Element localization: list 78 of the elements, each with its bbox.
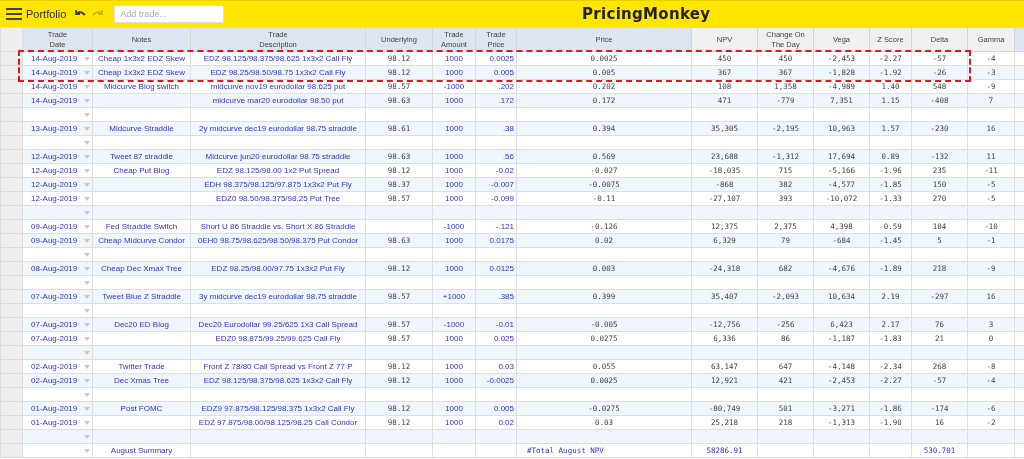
table-cell: 0.025 [475, 331, 517, 346]
add-trade-field[interactable]: Add trade... [114, 5, 225, 23]
dropdown-icon[interactable] [84, 154, 90, 159]
table-cell-text: 07-Aug-2019 [31, 319, 78, 331]
table-cell: -0.02 [475, 163, 517, 178]
dropdown-icon[interactable] [84, 336, 90, 341]
dropdown-icon[interactable] [84, 196, 90, 201]
table-cell-text: 01-Aug-2019 [31, 403, 78, 415]
dropdown-icon[interactable] [84, 378, 90, 383]
dropdown-icon[interactable] [84, 350, 90, 355]
table-cell-text: 09-Aug-2019 [31, 221, 78, 233]
table-cell: 1000 [432, 415, 476, 430]
dropdown-icon[interactable] [84, 168, 90, 173]
table-cell: -0.099 [475, 191, 517, 206]
dropdown-icon[interactable] [84, 308, 90, 313]
dropdown-icon[interactable] [84, 266, 90, 271]
table-cell-text: 12-Aug-2019 [31, 193, 78, 205]
dropdown-icon[interactable] [84, 406, 90, 411]
table-cell: Cheap Put Blog [92, 163, 191, 178]
portfolio-title: Portfolio [26, 8, 67, 20]
table-cell-text: 14-Aug-2019 [31, 53, 78, 65]
dropdown-icon[interactable] [84, 98, 90, 103]
table-cell: Midcurve Blog switch [92, 79, 191, 94]
table-cell: EDZ0 98.875/99.25/99.625 Call Fly [190, 331, 366, 346]
table-cell-text: 12-Aug-2019 [31, 151, 78, 163]
dropdown-icon[interactable] [84, 294, 90, 299]
table-cell: -1000 [432, 79, 476, 94]
dropdown-icon[interactable] [84, 392, 90, 397]
table-cell: 0.03 [475, 359, 517, 374]
dropdown-icon[interactable] [84, 210, 90, 215]
table-cell-text: 02-Aug-2019 [31, 361, 78, 373]
table-cell: 1000 [432, 359, 476, 374]
table-cell: 0.02 [475, 415, 517, 430]
table-cell: 1000 [432, 163, 476, 178]
table-cell: August Summary [92, 443, 191, 458]
table-cell-text: 13-Aug-2019 [31, 123, 78, 135]
table-cell: midcurve nov19 eurodollar 98.625 put [190, 79, 366, 94]
dropdown-icon[interactable] [84, 112, 90, 117]
dropdown-icon[interactable] [84, 252, 90, 257]
table-cell: Short U 86 Straddle vs. Short X 86 Straddle [190, 219, 366, 234]
dropdown-icon[interactable] [84, 448, 90, 453]
dropdown-icon[interactable] [84, 280, 90, 285]
dropdown-icon[interactable] [84, 70, 90, 75]
table-cell-text: 07-Aug-2019 [31, 291, 78, 303]
table-cell-text: 14-Aug-2019 [31, 95, 78, 107]
dropdown-icon[interactable] [84, 224, 90, 229]
table-cell-text: 07-Aug-2019 [31, 333, 78, 345]
table-cell-text: 01-Aug-2019 [31, 417, 78, 429]
dropdown-icon[interactable] [84, 140, 90, 145]
table-cell: EDZ 97.875/98.00/98.125/98.25 Call Condor [190, 415, 366, 430]
dropdown-icon[interactable] [84, 420, 90, 425]
table-cell: 1000 [432, 191, 476, 206]
table-cell: -.121 [475, 219, 517, 234]
table-cell: EDZ 98.125/98.00 1x2 Put Spread [190, 163, 366, 178]
dropdown-icon[interactable] [84, 56, 90, 61]
brand-title: PricingMonkey [581, 5, 712, 23]
table-cell-text: 09-Aug-2019 [31, 235, 78, 247]
dropdown-icon[interactable] [84, 364, 90, 369]
table-cell: Fed Straddle Switch [92, 219, 191, 234]
table-cell-text: 02-Aug-2019 [31, 375, 78, 387]
dropdown-icon[interactable] [84, 126, 90, 131]
table-cell-text: 12-Aug-2019 [31, 165, 78, 177]
table-cell-text: 14-Aug-2019 [31, 81, 78, 93]
table-cell: .202 [475, 79, 517, 94]
table-cell: EDZ0 98.50/98.375/98.25 Put Tree [190, 191, 366, 206]
table-cell: Twitter Trade [92, 359, 191, 374]
table-cell-text: 08-Aug-2019 [31, 263, 78, 275]
dropdown-icon[interactable] [84, 238, 90, 243]
table-cell-text: 14-Aug-2019 [31, 67, 78, 79]
table-cell-text: 12-Aug-2019 [31, 179, 78, 191]
table-cell: Front Z 78/80 Call Spread vs Front Z 77 P [190, 359, 366, 374]
dropdown-icon[interactable] [84, 322, 90, 327]
dropdown-icon[interactable] [84, 182, 90, 187]
table-cell: -1000 [432, 219, 476, 234]
menu-icon[interactable] [6, 8, 22, 20]
dropdown-icon[interactable] [84, 84, 90, 89]
table-cell: 1000 [432, 331, 476, 346]
dropdown-icon[interactable] [84, 434, 90, 439]
